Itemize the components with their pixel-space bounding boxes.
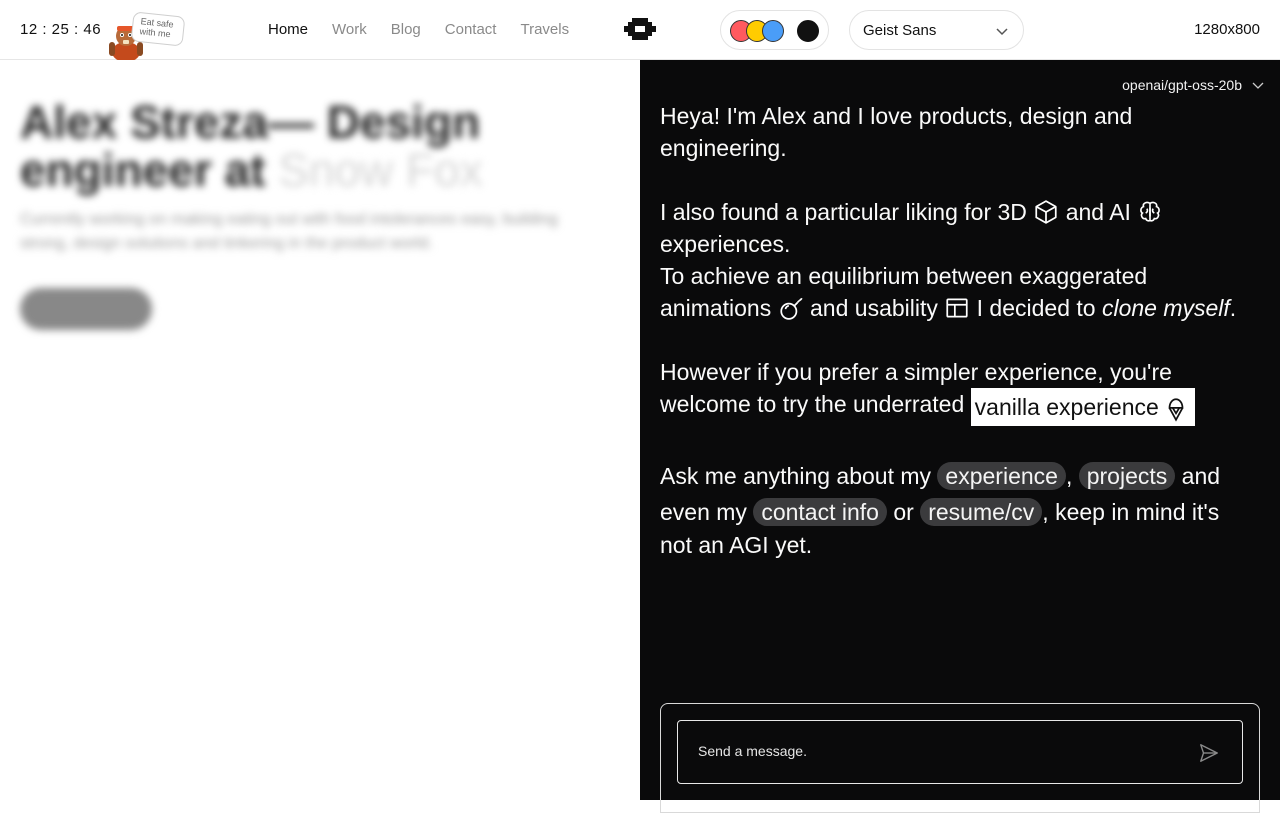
nav-travels[interactable]: Travels <box>520 21 569 38</box>
nav-home[interactable]: Home <box>268 21 308 38</box>
cube-icon <box>1035 200 1057 224</box>
model-select[interactable]: openai/gpt-oss-20b <box>1122 77 1264 93</box>
composer-container <box>660 703 1260 813</box>
chip-contact-info[interactable]: contact info <box>753 498 887 526</box>
message-intro: Heya! I'm Alex and I love products, desi… <box>660 103 1133 161</box>
message-composer <box>677 720 1243 784</box>
bomb-icon <box>780 297 803 320</box>
theme-dot-blue[interactable] <box>762 20 784 42</box>
chevron-down-icon <box>1252 82 1264 89</box>
mascot-logo[interactable]: Eat safe with me <box>106 11 190 60</box>
hero-section: Alex Streza— Design engineer at Snow Fox… <box>0 60 640 800</box>
theme-dot-black[interactable] <box>797 20 819 42</box>
brain-icon <box>1140 201 1161 222</box>
message-text: or <box>893 499 914 525</box>
assistant-message: Heya! I'm Alex and I love products, desi… <box>660 100 1264 560</box>
nav-blog[interactable]: Blog <box>391 21 421 38</box>
message-text: I decided to <box>976 295 1096 321</box>
resolution-label: 1280x800 <box>1194 21 1260 38</box>
chevron-down-icon <box>996 28 1008 36</box>
vanilla-experience-link[interactable]: vanilla experience <box>970 388 1195 426</box>
message-line-interests: I also found a particular liking for 3D … <box>660 196 1264 260</box>
message-text: Ask me anything about my <box>660 463 932 489</box>
message-input[interactable] <box>698 743 1178 759</box>
pixel-logo-icon[interactable] <box>622 14 658 44</box>
model-select-value: openai/gpt-oss-20b <box>1122 77 1242 93</box>
message-text: experiences. <box>660 231 791 257</box>
message-line-vanilla: However if you prefer a simpler experien… <box>660 356 1264 426</box>
chip-experience[interactable]: experience <box>937 462 1066 490</box>
layout-icon <box>946 298 968 318</box>
hero-title-company: Snow Fox <box>278 144 483 196</box>
hero-cta-button[interactable] <box>20 288 152 330</box>
nav-work[interactable]: Work <box>332 21 367 38</box>
hero-title: Alex Streza— Design engineer at Snow Fox <box>20 98 580 194</box>
main-nav: Home Work Blog Contact Travels <box>268 21 569 38</box>
message-text: and AI <box>1065 199 1131 225</box>
clock: 12 : 25 : 46 <box>20 21 102 38</box>
ice-cream-icon <box>1168 398 1184 422</box>
message-text: and usability <box>810 295 938 321</box>
speech-sticker: Eat safe with me <box>130 11 186 47</box>
message-emphasis: clone myself <box>1101 295 1230 321</box>
chip-resume[interactable]: resume/cv <box>920 498 1043 526</box>
font-select[interactable]: Geist Sans <box>849 10 1024 50</box>
hero-subtitle: Currently working on making eating out w… <box>20 211 558 252</box>
chip-projects[interactable]: projects <box>1078 462 1176 490</box>
theme-picker[interactable] <box>720 10 829 50</box>
message-text: , keep in mind it's <box>1042 499 1220 525</box>
message-line-equilibrium: To achieve an equilibrium between exagge… <box>660 260 1264 324</box>
top-bar: 12 : 25 : 46 Eat safe with me Home Work … <box>0 0 1280 60</box>
message-line-ask: Ask me anything about my experience, pro… <box>660 458 1264 560</box>
message-text: , <box>1065 463 1073 489</box>
vanilla-label: vanilla experience <box>974 394 1159 420</box>
message-text: I also found a particular liking for 3D <box>660 199 1027 225</box>
font-select-value: Geist Sans <box>863 22 937 39</box>
message-text: not an AGI yet. <box>660 532 813 558</box>
chat-panel: openai/gpt-oss-20b Heya! I'm Alex and I … <box>640 60 1280 813</box>
send-icon[interactable] <box>1198 742 1220 764</box>
message-text: . <box>1229 295 1237 321</box>
nav-contact[interactable]: Contact <box>445 21 497 38</box>
